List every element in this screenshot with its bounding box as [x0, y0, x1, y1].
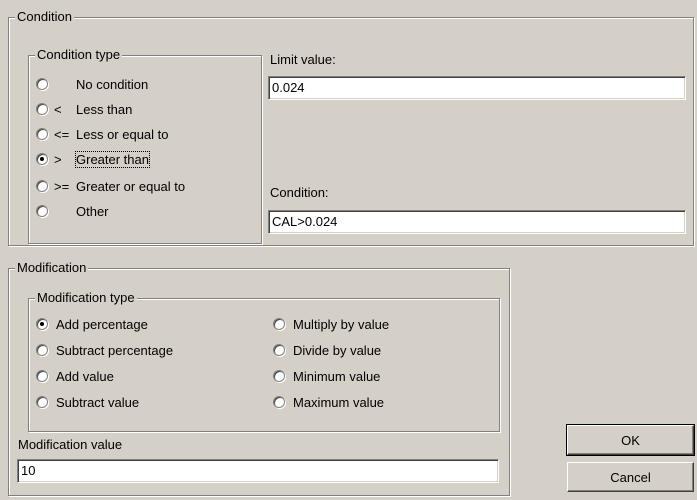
- radio-symbol: <=: [54, 126, 70, 142]
- radio-multiply-by-value[interactable]: Multiply by value: [273, 315, 389, 333]
- radio-greater-or-equal[interactable]: >= Greater or equal to: [36, 177, 185, 195]
- radio-label: Maximum value: [293, 394, 385, 410]
- radio-no-condition[interactable]: No condition: [36, 75, 148, 93]
- radio-subtract-percentage[interactable]: Subtract percentage: [36, 341, 173, 359]
- radio-label: Less or equal to: [76, 126, 169, 142]
- radio-add-percentage[interactable]: Add percentage: [36, 315, 148, 333]
- radio-label: Greater than: [75, 150, 150, 168]
- radio-label: Divide by value: [293, 342, 382, 358]
- limit-value-label: Limit value:: [270, 52, 336, 67]
- radio-symbol: >: [54, 151, 62, 167]
- radio-circle[interactable]: [36, 128, 48, 140]
- condition-type-group-title: Condition type: [35, 47, 123, 63]
- limit-value-input[interactable]: 0.024: [268, 76, 686, 100]
- cancel-button[interactable]: Cancel: [567, 462, 694, 492]
- modification-type-group-title: Modification type: [35, 290, 137, 306]
- condition-label: Condition:: [270, 185, 329, 200]
- radio-circle[interactable]: [36, 103, 48, 115]
- radio-minimum-value[interactable]: Minimum value: [273, 367, 380, 385]
- radio-symbol: <: [54, 101, 62, 117]
- radio-circle[interactable]: [273, 396, 285, 408]
- radio-circle[interactable]: [36, 78, 48, 90]
- radio-label: No condition: [76, 76, 149, 92]
- radio-label: Greater or equal to: [76, 178, 186, 194]
- radio-circle[interactable]: [273, 370, 285, 382]
- radio-add-value[interactable]: Add value: [36, 367, 114, 385]
- radio-circle[interactable]: [36, 205, 48, 217]
- modification-value-input[interactable]: 10: [17, 459, 499, 483]
- radio-label: Less than: [76, 101, 133, 117]
- radio-subtract-value[interactable]: Subtract value: [36, 393, 139, 411]
- radio-less-or-equal[interactable]: <= Less or equal to: [36, 125, 169, 143]
- radio-greater-than[interactable]: > Greater than: [36, 150, 150, 168]
- radio-circle-selected[interactable]: [36, 153, 48, 165]
- radio-circle[interactable]: [36, 396, 48, 408]
- radio-circle[interactable]: [36, 370, 48, 382]
- radio-divide-by-value[interactable]: Divide by value: [273, 341, 381, 359]
- radio-circle[interactable]: [36, 344, 48, 356]
- radio-label: Subtract value: [56, 394, 140, 410]
- radio-label: Other: [76, 203, 109, 219]
- radio-label: Add percentage: [56, 316, 148, 332]
- condition-input[interactable]: CAL>0.024: [268, 210, 686, 234]
- radio-maximum-value[interactable]: Maximum value: [273, 393, 384, 411]
- condition-group-title: Condition: [15, 9, 74, 25]
- radio-circle[interactable]: [273, 318, 285, 330]
- radio-label: Minimum value: [293, 368, 381, 384]
- modification-group-title: Modification: [15, 260, 89, 276]
- radio-circle[interactable]: [273, 344, 285, 356]
- radio-label: Multiply by value: [293, 316, 390, 332]
- radio-circle[interactable]: [36, 180, 48, 192]
- radio-less-than[interactable]: < Less than: [36, 100, 132, 118]
- ok-button[interactable]: OK: [566, 424, 695, 456]
- radio-circle-selected[interactable]: [36, 318, 48, 330]
- radio-symbol: >=: [54, 178, 70, 194]
- radio-other[interactable]: Other: [36, 202, 109, 220]
- modification-value-label: Modification value: [18, 437, 123, 452]
- radio-label: Subtract percentage: [56, 342, 174, 358]
- radio-label: Add value: [56, 368, 114, 384]
